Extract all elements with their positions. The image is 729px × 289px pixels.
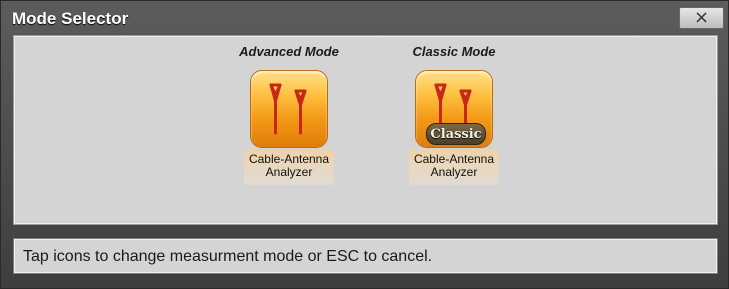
title-bar: Mode Selector × [1, 1, 728, 34]
close-icon: × [693, 7, 710, 28]
advanced-mode-heading: Advanced Mode [239, 44, 339, 59]
classic-mode-app-label[interactable]: Cable-Antenna Analyzer [409, 149, 499, 185]
classic-mode-heading: Classic Mode [412, 44, 496, 59]
classic-mode-option: Classic Mode Classic Cable-Antenna Analy… [394, 43, 514, 185]
advanced-mode-option: Advanced Mode Cable-Antenna Analyzer [229, 43, 349, 185]
status-message: Tap icons to change measurment mode or E… [23, 248, 433, 265]
mode-selector-window: Mode Selector × Advanced Mode Cable-Ante… [0, 0, 729, 289]
status-bar: Tap icons to change measurment mode or E… [13, 238, 718, 274]
app-label-line2: Analyzer [265, 165, 313, 179]
mode-panel: Advanced Mode Cable-Antenna Analyzer Cla… [13, 35, 718, 225]
window-title: Mode Selector [12, 9, 129, 28]
classic-mode-app-button[interactable]: Classic [416, 71, 492, 147]
close-button[interactable]: × [679, 7, 724, 29]
antenna-icon [269, 83, 307, 135]
advanced-mode-app-button[interactable] [251, 71, 327, 147]
advanced-mode-app-label[interactable]: Cable-Antenna Analyzer [244, 149, 334, 185]
app-label-line2: Analyzer [430, 165, 478, 179]
classic-badge: Classic [426, 123, 486, 145]
